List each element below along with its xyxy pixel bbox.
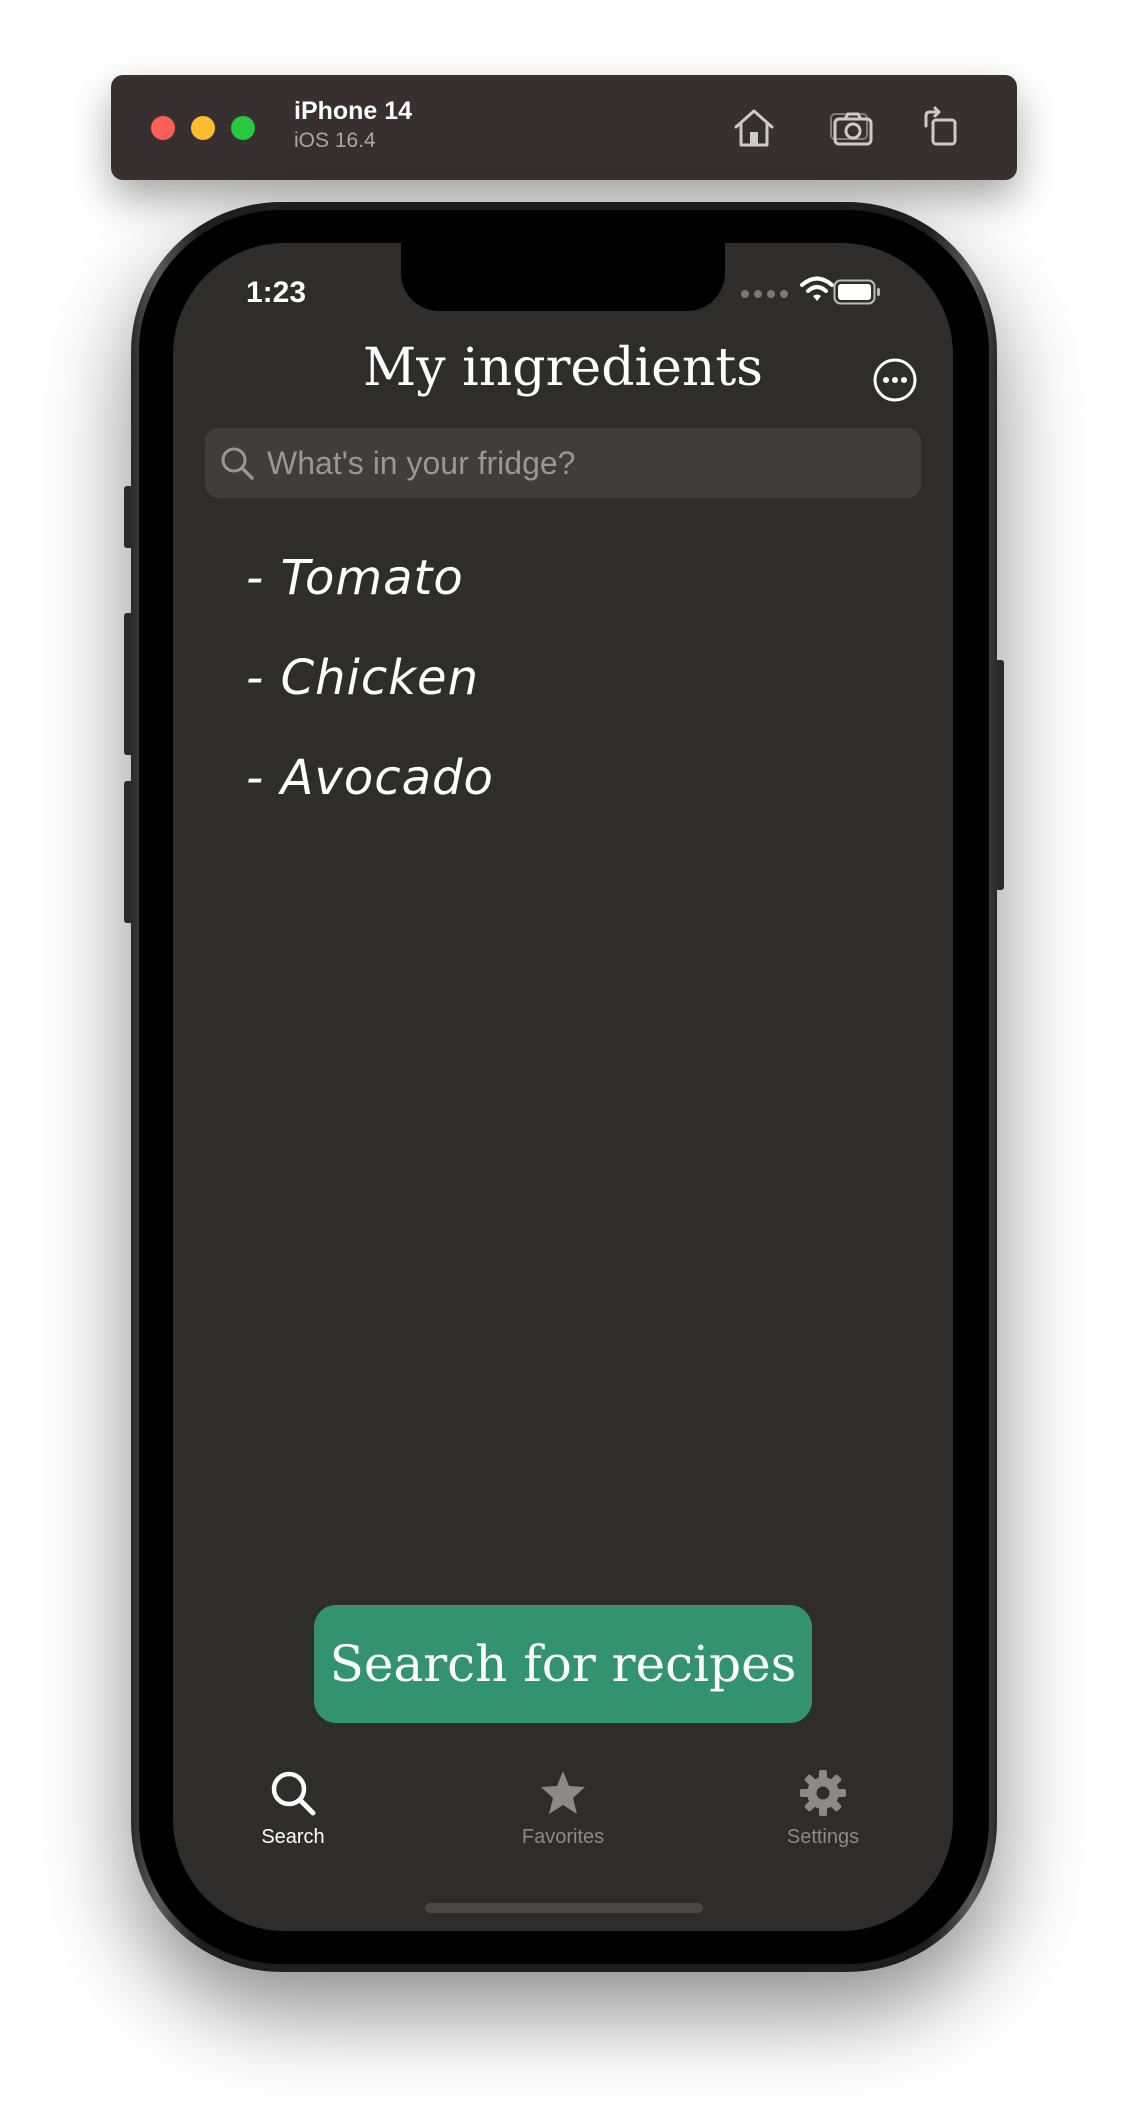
page-title: My ingredients — [363, 338, 763, 398]
ingredient-list: - Tomato - Chicken - Avocado — [246, 548, 494, 848]
tab-search-label: Search — [261, 1826, 325, 1848]
simulator-toolbar: iPhone 14 iOS 16.4 — [111, 75, 1017, 180]
search-recipes-button[interactable]: Search for recipes — [314, 1605, 812, 1723]
home-icon — [734, 109, 774, 147]
search-icon — [221, 447, 254, 480]
tab-bar: Search Favorites Settings — [173, 1768, 953, 1878]
rotate-button[interactable] — [916, 102, 968, 154]
wifi-icon — [800, 276, 834, 301]
rotate-icon — [924, 106, 957, 146]
tab-settings[interactable]: Settings — [733, 1768, 913, 1868]
minimize-window-button[interactable] — [191, 116, 215, 140]
cellular-icon — [741, 290, 789, 300]
ingredient-item[interactable]: - Avocado — [246, 748, 494, 848]
home-button[interactable] — [728, 102, 780, 154]
status-time: 1:23 — [246, 276, 307, 309]
simulator-os-version: iOS 16.4 — [294, 129, 376, 152]
notch — [401, 243, 725, 311]
tab-settings-label: Settings — [786, 1826, 860, 1848]
battery-icon — [833, 279, 880, 305]
close-window-button[interactable] — [151, 116, 175, 140]
more-options-button[interactable] — [872, 357, 918, 403]
ellipsis-circle-icon — [873, 358, 917, 402]
tab-search[interactable]: Search — [203, 1768, 383, 1868]
screenshot-icon — [830, 112, 873, 146]
ingredient-item[interactable]: - Tomato — [246, 548, 494, 648]
zoom-window-button[interactable] — [231, 116, 255, 140]
gear-icon — [800, 1770, 846, 1816]
search-input[interactable] — [267, 428, 897, 498]
app-screen: 1:23 My ingredients - To — [173, 243, 953, 1931]
tab-favorites[interactable]: Favorites — [473, 1768, 653, 1868]
simulator-device-name: iPhone 14 — [294, 97, 413, 125]
tab-favorites-label: Favorites — [521, 1826, 605, 1848]
star-icon — [541, 1771, 585, 1814]
screenshot-button[interactable] — [827, 102, 879, 154]
ingredient-item[interactable]: - Chicken — [246, 648, 494, 748]
magnifier-icon — [271, 1771, 316, 1816]
home-indicator[interactable] — [425, 1903, 703, 1913]
search-bar[interactable] — [205, 428, 921, 498]
